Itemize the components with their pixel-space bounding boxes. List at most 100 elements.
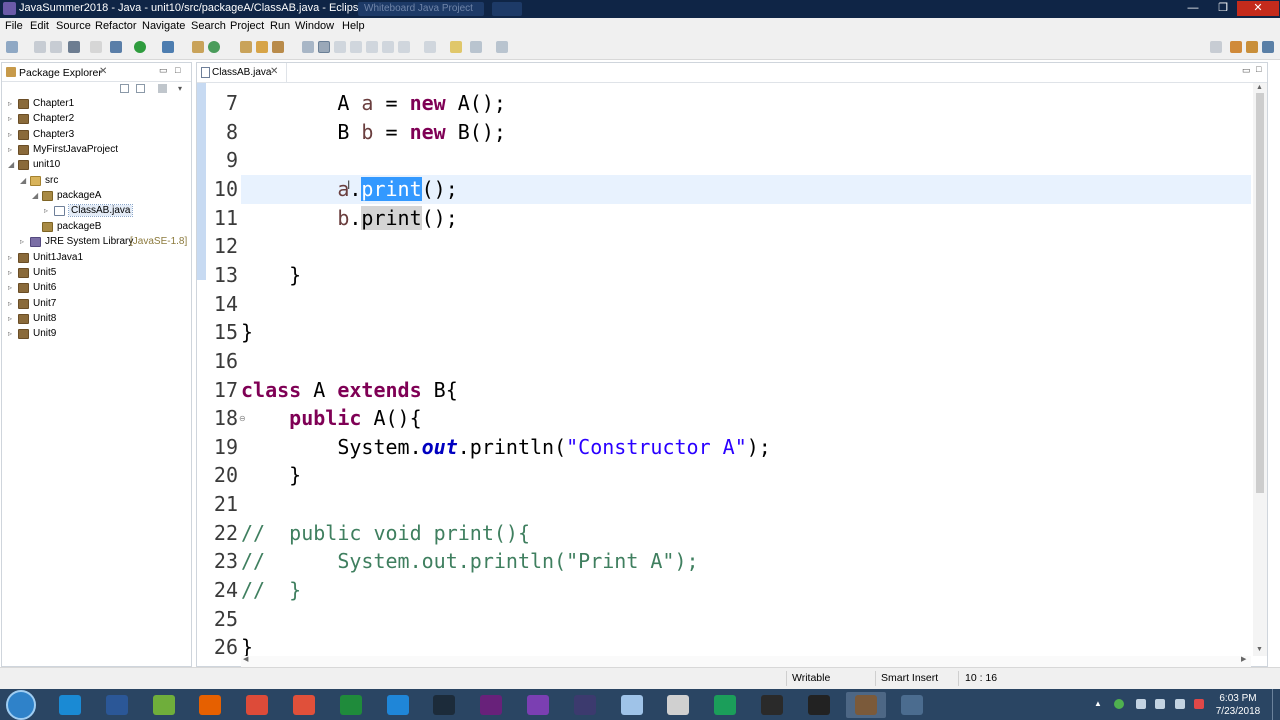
debug-perspective-icon[interactable]	[1262, 41, 1274, 53]
debug-icon[interactable]	[110, 41, 122, 53]
tray-overflow-icon[interactable]: ▲	[1094, 699, 1104, 709]
taskbar-webstorm-button[interactable]	[705, 692, 745, 718]
start-button[interactable]	[6, 690, 36, 720]
taskbar-eclipse-button[interactable]	[565, 692, 605, 718]
show-whitespace-icon[interactable]	[350, 41, 362, 53]
background-window-tab-2[interactable]	[492, 2, 522, 16]
next-annotation-icon[interactable]	[398, 41, 410, 53]
code-line[interactable]	[241, 347, 1251, 376]
maximize-button[interactable]: ❐	[1210, 1, 1236, 16]
tree-item[interactable]: ▹ Unit1Java1	[2, 251, 191, 266]
expanded-twisty-icon[interactable]: ◢	[32, 191, 40, 200]
code-line[interactable]	[241, 290, 1251, 319]
expanded-twisty-icon[interactable]: ◢	[20, 176, 28, 185]
expanded-twisty-icon[interactable]: ◢	[8, 160, 16, 169]
collapsed-twisty-icon[interactable]: ▹	[8, 145, 16, 154]
taskbar-unity-button[interactable]	[799, 692, 839, 718]
java-ee-perspective-icon[interactable]	[1230, 41, 1242, 53]
code-line[interactable]: }	[241, 261, 1251, 290]
horizontal-scrollbar[interactable]: ◀ ▶	[241, 656, 1251, 667]
vertical-scrollbar[interactable]: ▲ ▼	[1253, 83, 1267, 656]
tree-item[interactable]: ▹ Unit6	[2, 281, 191, 296]
new-icon[interactable]	[6, 41, 18, 53]
open-type-icon[interactable]	[240, 41, 252, 53]
tree-item[interactable]: ◢ unit10	[2, 158, 191, 173]
menu-help[interactable]: Help	[342, 20, 365, 32]
tree-item[interactable]: ▹ JRE System Library [JavaSE-1.8]	[2, 235, 191, 250]
code-line[interactable]: A a = new A();	[241, 89, 1251, 118]
code-line[interactable]: }	[241, 318, 1251, 347]
tree-item[interactable]: ▹ Chapter2	[2, 112, 191, 127]
taskbar-clock[interactable]: 6:03 PM 7/23/2018	[1213, 692, 1263, 718]
code-line[interactable]: }	[241, 633, 1251, 656]
tree-item[interactable]: ◢ packageA	[2, 189, 191, 204]
taskbar-firefox-button[interactable]	[190, 692, 230, 718]
last-edit-icon[interactable]	[450, 41, 462, 53]
code-line[interactable]: a.print();	[241, 174, 1251, 204]
taskbar-greenfoot-button[interactable]	[658, 692, 698, 718]
java-perspective-icon[interactable]	[1246, 41, 1258, 53]
close-view-icon[interactable]: ✕	[99, 66, 107, 77]
annotation-icon[interactable]	[302, 41, 314, 53]
tray-settings-icon[interactable]	[1136, 699, 1146, 709]
run-icon[interactable]	[134, 41, 146, 53]
editor-tab-classab[interactable]: ClassAB.java ✕	[197, 63, 287, 82]
forward-icon[interactable]	[496, 41, 508, 53]
previous-annotation-icon[interactable]	[424, 41, 436, 53]
menu-run[interactable]: Run	[270, 20, 290, 32]
collapsed-twisty-icon[interactable]: ▹	[8, 268, 16, 277]
menu-source[interactable]: Source	[56, 20, 91, 32]
view-menu-icon[interactable]: ▾	[178, 84, 187, 93]
tree-item[interactable]: ▹ Unit7	[2, 297, 191, 312]
close-button[interactable]: ✕	[1237, 1, 1279, 16]
coverage-icon[interactable]	[162, 41, 174, 53]
menu-search[interactable]: Search	[191, 20, 226, 32]
taskbar-obs-button[interactable]	[892, 692, 932, 718]
taskbar-game-button[interactable]	[845, 692, 886, 718]
back-icon[interactable]	[470, 41, 482, 53]
taskbar-vscode-button[interactable]	[518, 692, 558, 718]
collapsed-twisty-icon[interactable]: ▹	[44, 206, 52, 215]
show-desktop-button[interactable]	[1272, 689, 1280, 720]
tree-item[interactable]: ▹ Unit9	[2, 327, 191, 342]
skip-breakpoints-icon[interactable]	[90, 41, 102, 53]
code-line[interactable]: // System.out.println("Print A");	[241, 547, 1251, 576]
close-editor-icon[interactable]: ✕	[270, 66, 278, 77]
pin-editor-icon[interactable]	[382, 41, 394, 53]
taskbar-word-button[interactable]	[97, 692, 137, 718]
scroll-down-icon[interactable]: ▼	[1256, 646, 1263, 653]
code-line[interactable]: b.print();	[241, 204, 1251, 233]
scroll-right-icon[interactable]: ▶	[1241, 655, 1246, 663]
menu-project[interactable]: Project	[230, 20, 264, 32]
collapsed-twisty-icon[interactable]: ▹	[8, 283, 16, 292]
collapsed-twisty-icon[interactable]: ▹	[8, 130, 16, 139]
code-line[interactable]: // }	[241, 576, 1251, 605]
network-icon[interactable]	[1175, 699, 1185, 709]
taskbar-edge-button[interactable]	[378, 692, 418, 718]
taskbar-minecraft-button[interactable]	[144, 692, 184, 718]
code-line[interactable]: public A(){	[241, 404, 1251, 433]
code-line[interactable]: class A extends B{	[241, 376, 1251, 405]
code-editor[interactable]: A a = new A(); B b = new B(); a.print();…	[241, 83, 1251, 656]
scroll-up-icon[interactable]: ▲	[1256, 84, 1263, 91]
background-window-tab[interactable]: Whiteboard Java Project	[358, 2, 484, 16]
code-line[interactable]: B b = new B();	[241, 118, 1251, 147]
code-line[interactable]	[241, 146, 1251, 175]
minimize-button[interactable]: —	[1180, 1, 1206, 16]
code-line[interactable]: // public void print(){	[241, 519, 1251, 548]
taskbar-cube-button[interactable]	[331, 692, 371, 718]
tree-item[interactable]: ▹ ClassAB.java	[2, 204, 191, 219]
tree-item[interactable]: ▹ Chapter3	[2, 128, 191, 143]
open-perspective-icon[interactable]	[1210, 41, 1222, 53]
collapsed-twisty-icon[interactable]: ▹	[8, 299, 16, 308]
save-icon[interactable]	[34, 41, 46, 53]
new-java-project-icon[interactable]	[192, 41, 204, 53]
code-line[interactable]	[241, 232, 1251, 261]
minimize-editor-icon[interactable]: ▭	[1242, 65, 1251, 76]
maximize-view-icon[interactable]: □	[175, 65, 180, 75]
focus-icon[interactable]	[158, 84, 167, 93]
tree-item[interactable]: ▹ Unit8	[2, 312, 191, 327]
menu-window[interactable]: Window	[295, 20, 334, 32]
taskbar-vs-purple-button[interactable]	[471, 692, 511, 718]
collapsed-twisty-icon[interactable]: ▹	[8, 329, 16, 338]
